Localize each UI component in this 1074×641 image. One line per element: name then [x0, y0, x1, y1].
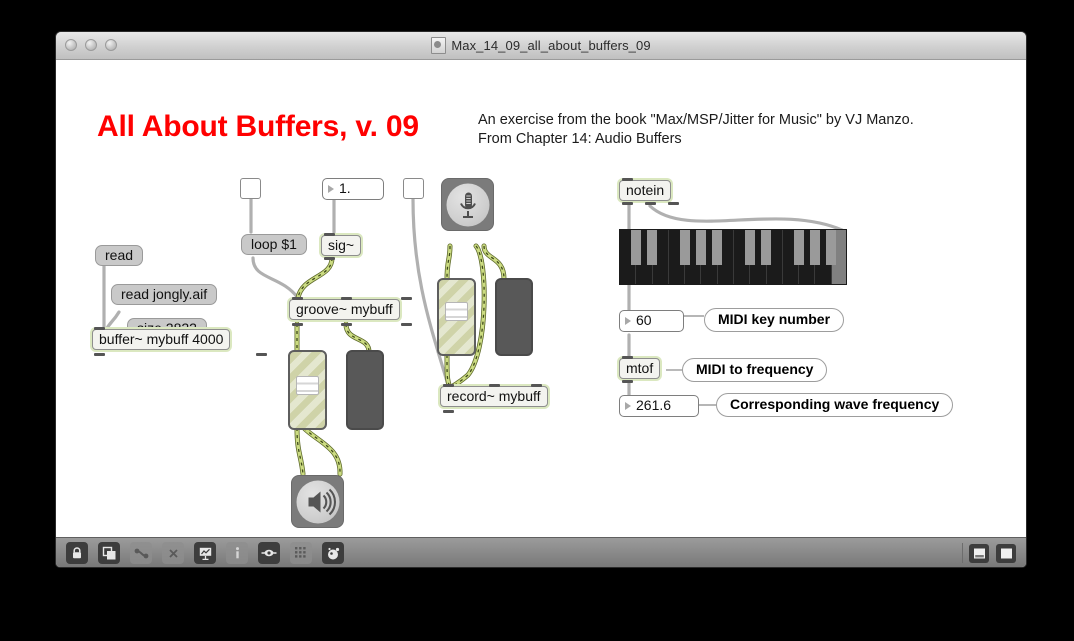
inlet — [292, 297, 303, 300]
toggle-record[interactable] — [403, 178, 424, 199]
message-read[interactable]: read — [95, 245, 144, 266]
outlet — [94, 353, 105, 356]
outlet — [324, 257, 335, 260]
page-title: All About Buffers, v. 09 — [97, 110, 419, 143]
max-patcher-window: Max_14_09_all_about_buffers_09 All About… — [55, 31, 1027, 568]
close-button[interactable] — [65, 39, 77, 51]
window-title-group: Max_14_09_all_about_buffers_09 — [56, 37, 1026, 54]
full-view-icon[interactable] — [996, 543, 1016, 563]
object-sig[interactable]: sig~ — [321, 235, 362, 256]
zoom-button[interactable] — [105, 39, 117, 51]
debug-icon[interactable] — [322, 542, 344, 564]
object-groove[interactable]: groove~ mybuff — [289, 299, 400, 320]
presentation-icon[interactable] — [194, 542, 216, 564]
inlet — [622, 178, 633, 181]
screen-background: Max_14_09_all_about_buffers_09 All About… — [0, 0, 1074, 641]
gain-handle[interactable] — [296, 376, 319, 395]
grid-icon[interactable] — [290, 542, 312, 564]
window-title: Max_14_09_all_about_buffers_09 — [451, 38, 651, 53]
lock-icon[interactable] — [66, 542, 88, 564]
window-titlebar[interactable]: Max_14_09_all_about_buffers_09 — [56, 32, 1026, 60]
toggle-loop[interactable] — [240, 178, 261, 199]
object-buffer[interactable]: buffer~ mybuff 4000 — [92, 329, 231, 350]
level-meter-record — [495, 278, 533, 356]
patch-description: An exercise from the book "Max/MSP/Jitte… — [478, 112, 914, 147]
comment-midi-key-number: MIDI key number — [704, 308, 845, 332]
max-document-icon — [431, 37, 447, 54]
number-box-midi-key[interactable]: 60 — [619, 310, 684, 332]
outlet — [622, 380, 633, 383]
patcher-toolbar[interactable] — [56, 537, 1026, 567]
outlet — [341, 323, 352, 326]
message-read-file[interactable]: read jongly.aif — [111, 284, 218, 305]
window-controls[interactable] — [65, 39, 117, 51]
toolbar-divider — [962, 543, 963, 563]
gain-handle-record[interactable] — [445, 302, 468, 321]
inlet — [341, 297, 352, 300]
inlet — [622, 356, 633, 359]
patch-cord-icon[interactable] — [130, 542, 152, 564]
outlet — [622, 202, 633, 205]
delete-x-icon[interactable] — [162, 542, 184, 564]
number-box-rate[interactable]: 1. — [322, 178, 384, 200]
object-mtof[interactable]: mtof — [619, 358, 661, 379]
comment-midi-to-frequency: MIDI to frequency — [682, 358, 828, 382]
speaker-icon — [296, 480, 339, 523]
object-record[interactable]: record~ mybuff — [440, 386, 548, 407]
outlet — [292, 323, 303, 326]
ezadc-microphone-button[interactable] — [441, 178, 494, 231]
inlet — [324, 233, 335, 236]
ezdac-speaker-button[interactable] — [291, 475, 344, 528]
toolbar-view-controls[interactable] — [969, 543, 1016, 563]
outlet — [668, 202, 679, 205]
inlet — [94, 327, 105, 330]
object-notein[interactable]: notein — [619, 180, 672, 201]
microphone-icon — [446, 183, 489, 226]
message-loop[interactable]: loop $1 — [241, 234, 307, 255]
number-box-frequency[interactable]: 261.6 — [619, 395, 699, 417]
patcher-canvas[interactable]: All About Buffers, v. 09 An exercise fro… — [56, 60, 1026, 537]
info-icon[interactable] — [226, 542, 248, 564]
inlet — [401, 297, 412, 300]
level-meter-playback — [346, 350, 384, 430]
new-object-icon[interactable] — [98, 542, 120, 564]
inlet — [443, 384, 454, 387]
minimize-button[interactable] — [85, 39, 97, 51]
comment-corresponding-wave-frequency: Corresponding wave frequency — [716, 393, 954, 417]
inspector-icon[interactable] — [258, 542, 280, 564]
piano-keyboard[interactable] — [619, 229, 847, 285]
split-view-icon[interactable] — [969, 543, 989, 563]
inlet — [489, 384, 500, 387]
gain-slider-playback[interactable] — [288, 350, 327, 430]
gain-slider-record[interactable] — [437, 278, 476, 356]
outlet — [256, 353, 267, 356]
microphone-glyph — [459, 192, 476, 218]
outlet — [443, 410, 454, 413]
outlet — [645, 202, 656, 205]
inlet — [531, 384, 542, 387]
outlet — [401, 323, 412, 326]
speaker-glyph — [308, 488, 336, 515]
